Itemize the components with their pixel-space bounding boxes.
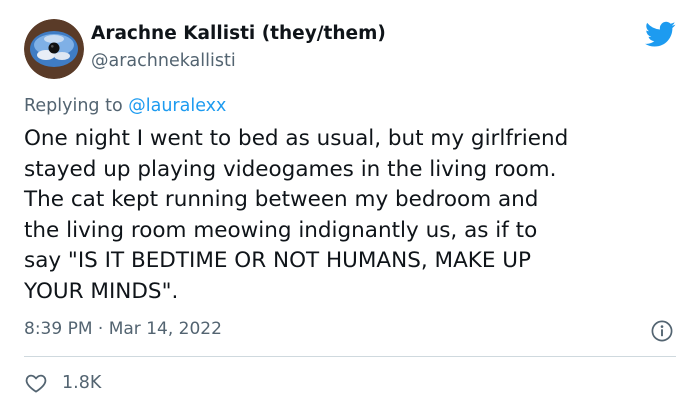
replying-to-label: Replying to — [24, 96, 123, 116]
tweet-text-line: the living room meowing indignantly us, … — [24, 217, 538, 243]
tweet-text-line: YOUR MINDS". — [24, 278, 179, 304]
twitter-bird-icon[interactable] — [645, 21, 676, 48]
avatar-image — [24, 19, 84, 79]
info-icon[interactable] — [651, 320, 673, 342]
tweet-text-line: say "IS IT BEDTIME OR NOT HUMANS, MAKE U… — [24, 248, 531, 273]
reply-mention-link[interactable]: @lauralexx — [128, 96, 226, 116]
avatar[interactable] — [24, 19, 84, 79]
like-count: 1.8K — [62, 373, 102, 393]
tweet-text: One night I went to bed as usual, but my… — [24, 124, 684, 307]
tweet-text-line: stayed up playing videogames in the livi… — [24, 156, 557, 182]
timestamp-separator: · — [97, 319, 104, 339]
tweet-text-line: The cat kept running between my bedroom … — [24, 187, 539, 212]
divider — [24, 356, 676, 357]
replying-to-line: Replying to @lauralexx — [24, 96, 226, 116]
tweet-timestamp-link[interactable]: 8:39 PM · Mar 14, 2022 — [24, 319, 222, 339]
author-handle[interactable]: @arachnekallisti — [91, 51, 236, 71]
tweet-date: Mar 14, 2022 — [108, 319, 222, 339]
heart-icon — [25, 374, 47, 393]
tweet-time: 8:39 PM — [24, 319, 93, 339]
tweet-text-line: One night I went to bed as usual, but my… — [24, 126, 569, 151]
author-display-name[interactable]: Arachne Kallisti (they/them) — [91, 23, 386, 44]
like-button[interactable]: 1.8K — [24, 370, 101, 396]
